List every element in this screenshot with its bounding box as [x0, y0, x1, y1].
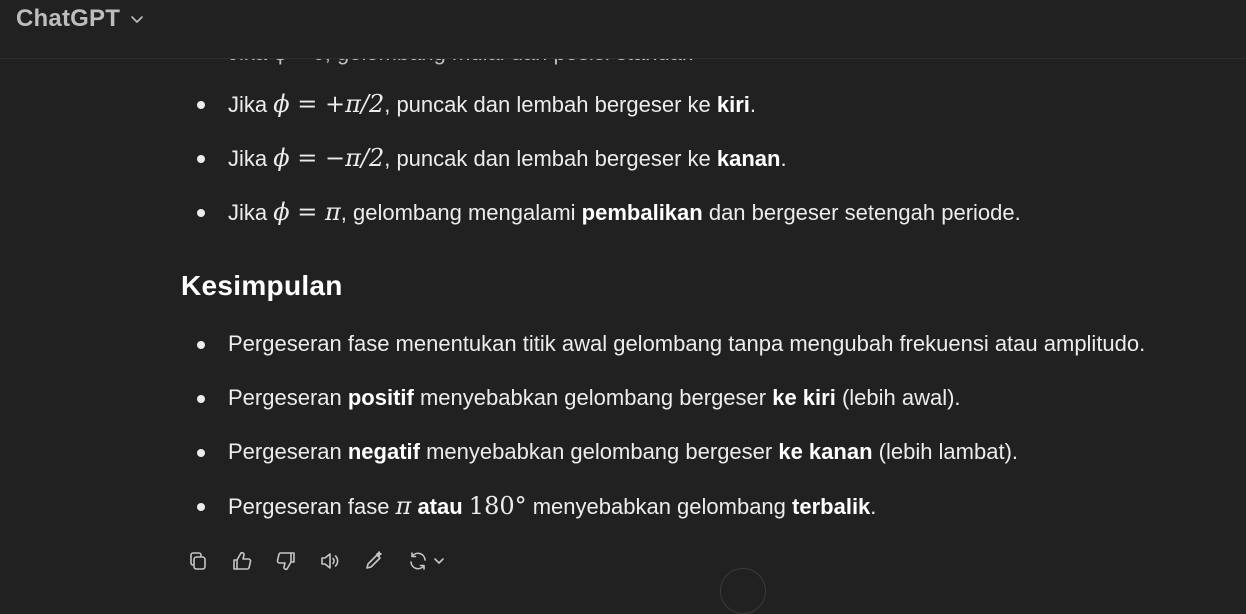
bold-term: atau — [411, 494, 469, 519]
math-expression: ϕ = +π/2 — [273, 90, 385, 118]
item-text: menyebabkan gelombang bergeser — [419, 439, 779, 464]
thumbs-down-icon — [276, 552, 295, 571]
list-item: Pergeseran positif menyebabkan gelombang… — [197, 384, 961, 412]
item-text: , gelombang mengalami — [340, 200, 582, 225]
bold-term: pembalikan — [581, 200, 703, 225]
chat-message: Jika φ = 0, gelombang mulai dari posisi … — [0, 0, 1246, 582]
item-prefix: Jika — [228, 200, 274, 225]
item-text: , puncak dan lembah bergeser ke — [384, 146, 717, 171]
item-suffix: dan bergeser setengah periode. — [702, 200, 1021, 225]
item-text: Pergeseran — [228, 385, 348, 410]
item-prefix: Jika — [228, 92, 274, 117]
list-item: Pergeseran fase π atau 180° menyebabkan … — [196, 492, 877, 521]
list-item: Jika ϕ = −π/2, puncak dan lembah bergese… — [197, 144, 787, 173]
list-item: Jika ϕ = π, gelombang mengalami pembalik… — [197, 198, 1021, 227]
item-suffix: . — [780, 146, 787, 171]
section-heading: Kesimpulan — [181, 270, 343, 301]
read-aloud-button[interactable] — [316, 547, 344, 575]
math-expression: ϕ = π — [273, 198, 341, 226]
model-selector[interactable]: ChatGPT — [16, 4, 144, 34]
copy-button[interactable] — [184, 547, 212, 575]
regenerate-button[interactable] — [404, 547, 448, 575]
item-text: menyebabkan gelombang — [526, 494, 793, 519]
math-value: 180° — [468, 492, 527, 520]
item-prefix: Jika — [228, 146, 274, 171]
item-text: (lebih awal). — [835, 385, 961, 410]
item-text: (lebih lambat). — [872, 439, 1019, 464]
item-text: menyebabkan gelombang bergeser — [413, 385, 773, 410]
bold-term: negatif — [347, 439, 420, 464]
list-item: Jika ϕ = +π/2, puncak dan lembah bergese… — [196, 90, 757, 119]
math-expression: π — [395, 492, 412, 520]
bold-term: terbalik — [792, 494, 871, 519]
item-text: Pergeseran — [228, 439, 348, 464]
thumbs-up-icon — [233, 551, 252, 570]
list-item: Pergeseran negatif menyebabkan gelombang… — [196, 438, 1019, 466]
message-actions — [184, 545, 448, 577]
read-aloud-icon — [321, 553, 339, 569]
copy-icon — [190, 552, 206, 570]
item-suffix: . — [749, 92, 757, 117]
bold-term: positif — [347, 385, 414, 410]
chevron-down-icon — [434, 558, 444, 564]
math-expression: ϕ = −π/2 — [273, 144, 385, 172]
scroll-to-bottom-button[interactable] — [720, 568, 766, 614]
edit-button[interactable] — [360, 547, 388, 575]
math-expression: 180° — [469, 492, 527, 520]
item-text: Pergeseran fase menentukan titik awal ge… — [228, 331, 1146, 356]
item-text: , puncak dan lembah bergeser ke — [384, 92, 717, 117]
item-text: Pergeseran fase — [228, 494, 396, 519]
app-title: ChatGPT — [16, 5, 121, 32]
list-item: Pergeseran fase menentukan titik awal ge… — [196, 330, 1146, 358]
regenerate-icon — [410, 552, 426, 570]
bold-term: kiri — [716, 92, 750, 117]
item-text: . — [870, 494, 877, 519]
edit-icon — [366, 551, 382, 569]
good-response-button[interactable] — [228, 547, 256, 575]
bold-term: kanan — [716, 146, 781, 171]
chevron-down-icon — [131, 16, 143, 23]
top-bar: ChatGPT — [0, 0, 1246, 59]
bold-term: ke kiri — [772, 385, 836, 410]
bold-term: ke kanan — [778, 439, 873, 464]
bad-response-button[interactable] — [272, 547, 300, 575]
